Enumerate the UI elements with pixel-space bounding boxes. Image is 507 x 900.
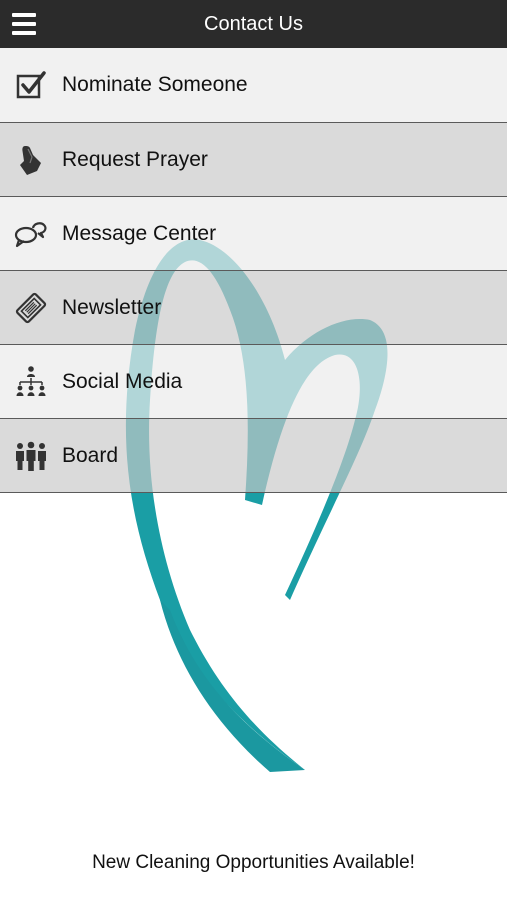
announcement-text[interactable]: New Cleaning Opportunities Available!: [0, 852, 507, 874]
chat-bubbles-icon: [14, 217, 48, 251]
menu-item-label: Nominate Someone: [62, 73, 248, 96]
menu-item-label: Request Prayer: [62, 147, 208, 171]
praying-hands-icon: [14, 143, 48, 177]
menu-item-label: Newsletter: [62, 295, 162, 319]
menu-item-label: Board: [62, 443, 119, 467]
checkbox-check-icon: [14, 68, 48, 102]
contact-menu-list: Nominate Someone Request Prayer Message …: [0, 48, 507, 493]
menu-item-board[interactable]: Board: [0, 419, 507, 493]
menu-item-newsletter[interactable]: Newsletter: [0, 271, 507, 345]
people-group-icon: [14, 439, 48, 473]
ticket-icon: [14, 291, 48, 325]
menu-item-request-prayer[interactable]: Request Prayer: [0, 123, 507, 197]
org-network-icon: [14, 365, 48, 399]
menu-item-nominate-someone[interactable]: Nominate Someone: [0, 48, 507, 123]
menu-item-message-center[interactable]: Message Center: [0, 197, 507, 271]
menu-item-label: Social Media: [62, 369, 183, 393]
top-app-bar: Contact Us: [0, 0, 507, 48]
menu-item-social-media[interactable]: Social Media: [0, 345, 507, 419]
page-title: Contact Us: [204, 13, 303, 35]
menu-item-label: Message Center: [62, 221, 217, 245]
